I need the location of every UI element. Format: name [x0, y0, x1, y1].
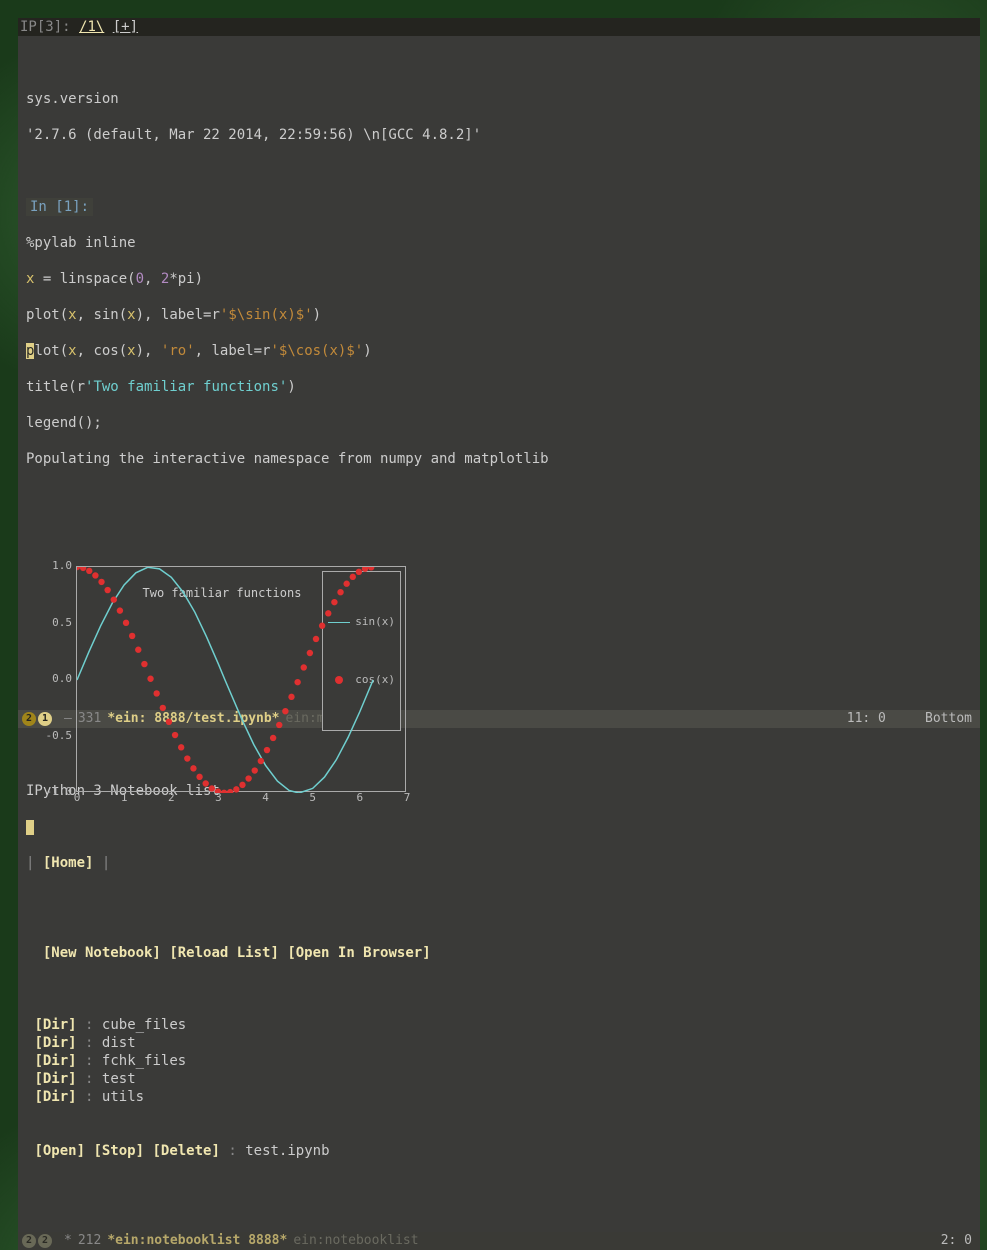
plot-area: sin(x) cos(x) 01234567 — [76, 566, 406, 792]
modeline-bottom: 2 2 * 212 *ein:notebooklist 8888* ein:no… — [18, 1232, 980, 1250]
code-line[interactable]: x = linspace(0, 2*pi) — [26, 270, 972, 288]
new-notebook-button[interactable]: [New Notebook] — [43, 945, 161, 961]
delete-file-button[interactable]: [Delete] — [152, 1143, 219, 1159]
state-indicator-icon: 2 — [22, 1234, 36, 1248]
code-line[interactable]: title(r'Two familiar functions') — [26, 378, 972, 396]
list-item[interactable]: [Dir] : dist — [26, 1034, 972, 1052]
cursor — [26, 820, 34, 835]
output-line: Populating the interactive namespace fro… — [26, 450, 972, 468]
tab-count: IP[3]: — [20, 19, 71, 35]
major-mode: ein:notebooklist — [293, 1232, 418, 1250]
output-line: '2.7.6 (default, Mar 22 2014, 22:59:56) … — [26, 126, 972, 144]
output-line: sys.version — [26, 90, 972, 108]
list-item[interactable]: [Dir] : test — [26, 1070, 972, 1088]
cell-prompt: In [1]: — [26, 198, 93, 216]
stop-file-button[interactable]: [Stop] — [93, 1143, 144, 1159]
reload-list-button[interactable]: [Reload List] — [169, 945, 279, 961]
code-line[interactable]: %pylab inline — [26, 234, 972, 252]
list-item[interactable]: [Dir] : utils — [26, 1088, 972, 1106]
open-file-button[interactable]: [Open] — [34, 1143, 85, 1159]
home-link[interactable]: [Home] — [43, 855, 94, 871]
list-item[interactable]: [Dir] : cube_files — [26, 1016, 972, 1034]
open-browser-button[interactable]: [Open In Browser] — [287, 945, 430, 961]
code-line[interactable]: plot(x, sin(x), label=r'$\sin(x)$') — [26, 306, 972, 324]
file-name[interactable]: test.ipynb — [245, 1143, 329, 1159]
state-indicator-icon: 2 — [38, 1234, 52, 1248]
code-line[interactable]: legend(); — [26, 414, 972, 432]
tab-bar: IP[3]: /1\ [+] — [18, 18, 980, 36]
list-item[interactable]: [Dir] : fchk_files — [26, 1052, 972, 1070]
tab-active[interactable]: /1\ — [79, 19, 104, 35]
buffer-name[interactable]: *ein:notebooklist 8888* — [107, 1232, 287, 1250]
code-line[interactable]: plot(x, cos(x), 'ro', label=r'$\cos(x)$'… — [26, 342, 972, 360]
notebook-editor-pane[interactable]: sys.version '2.7.6 (default, Mar 22 2014… — [18, 36, 980, 710]
tab-new-button[interactable]: [+] — [113, 19, 138, 35]
